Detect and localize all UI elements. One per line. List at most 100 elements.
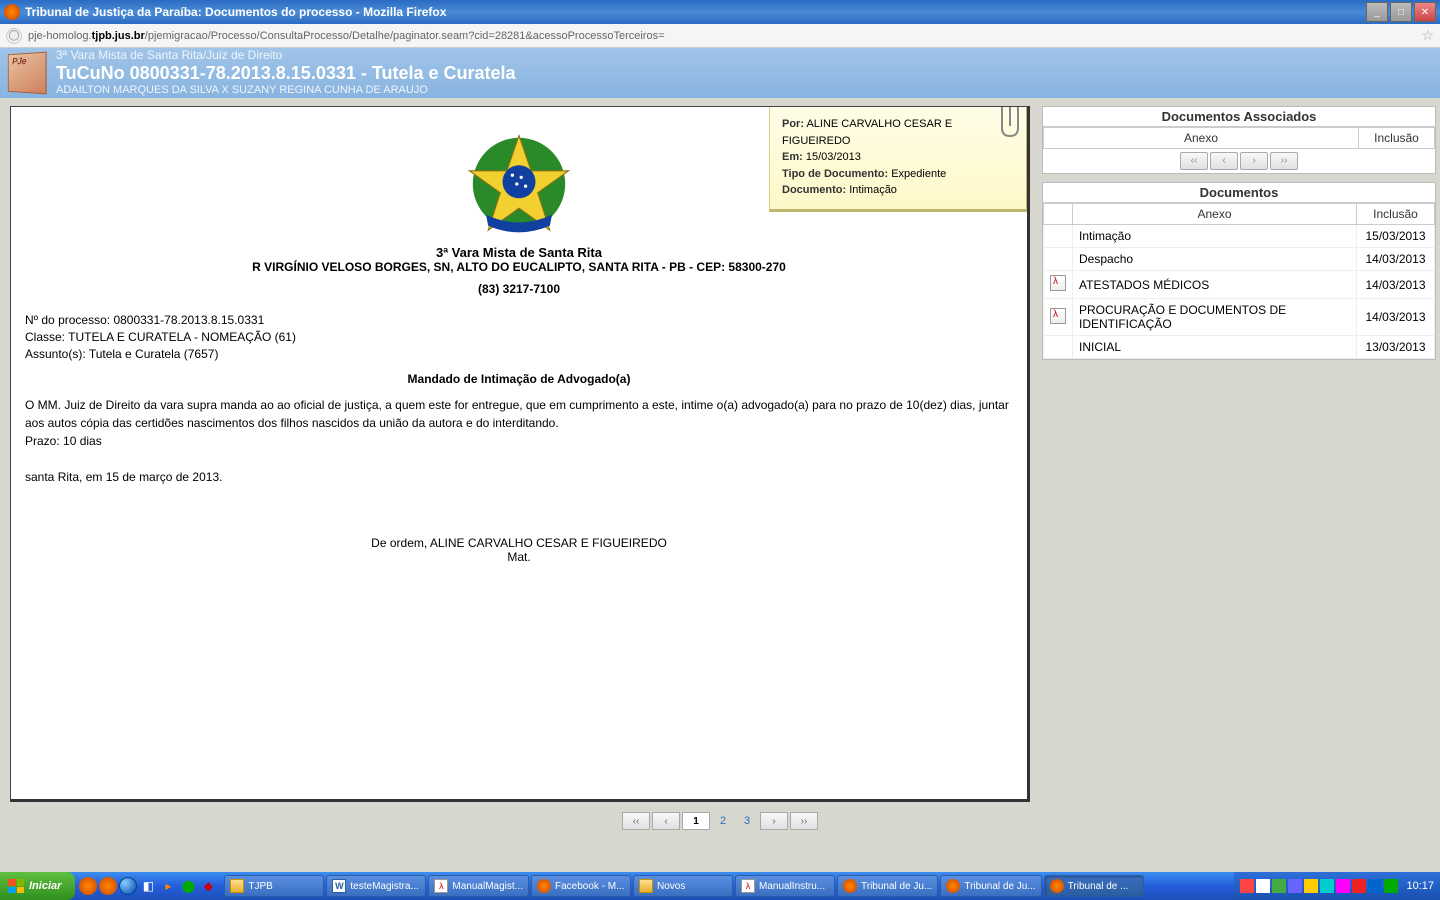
maximize-button[interactable]: □	[1390, 2, 1412, 22]
court-path: 3ª Vara Mista de Santa Rita/Juiz de Dire…	[56, 48, 516, 62]
start-button[interactable]: Iniciar	[0, 872, 75, 900]
task-label: Tribunal de ...	[1068, 881, 1129, 892]
task-label: Tribunal de Ju...	[861, 881, 932, 892]
row-icon-cell	[1044, 271, 1073, 299]
taskbar-task[interactable]: WtesteMagistra...	[326, 875, 426, 897]
table-row[interactable]: PROCURAÇÃO E DOCUMENTOS DE IDENTIFICAÇÃO…	[1044, 299, 1435, 336]
row-name[interactable]: ATESTADOS MÉDICOS	[1073, 271, 1357, 299]
tray-icon[interactable]	[1352, 879, 1366, 893]
proc-value: 0800331-78.2013.8.15.0331	[113, 313, 264, 327]
assunto-label: Assunto(s):	[25, 347, 89, 361]
nav-prev-button[interactable]: ‹	[1210, 152, 1238, 170]
table-row[interactable]: INICIAL13/03/2013	[1044, 336, 1435, 359]
taskbar-task[interactable]: λManualMagist...	[428, 875, 529, 897]
taskbar-task[interactable]: Tribunal de ...	[1044, 875, 1144, 897]
page-1-button[interactable]: 1	[682, 812, 710, 830]
coat-of-arms-icon	[464, 129, 574, 239]
page-2-link[interactable]: 2	[712, 815, 734, 827]
table-row[interactable]: ATESTADOS MÉDICOS14/03/2013	[1044, 271, 1435, 299]
sticky-por-label: Por:	[782, 118, 804, 130]
bookmark-star-icon[interactable]: ☆	[1421, 27, 1434, 44]
nav-last-button[interactable]: ››	[1270, 152, 1298, 170]
row-date: 13/03/2013	[1357, 336, 1435, 359]
sticky-tipo-value: Expediente	[891, 168, 946, 180]
window-titlebar: Tribunal de Justiça da Paraíba: Document…	[0, 0, 1440, 24]
page-3-link[interactable]: 3	[736, 815, 758, 827]
table-row[interactable]: Despacho14/03/2013	[1044, 248, 1435, 271]
ql-firefox-icon-2[interactable]	[99, 877, 117, 895]
docs-anexo-header[interactable]: Anexo	[1073, 204, 1357, 225]
firefox-icon	[946, 879, 960, 893]
assoc-inclusao-header[interactable]: Inclusão	[1359, 128, 1435, 149]
row-name[interactable]: INICIAL	[1073, 336, 1357, 359]
nav-first-button[interactable]: ‹‹	[1180, 152, 1208, 170]
tray-icon[interactable]	[1320, 879, 1334, 893]
body-prazo: Prazo: 10 dias	[25, 432, 1013, 450]
paperclip-icon	[998, 106, 1022, 138]
folder-icon	[230, 879, 244, 893]
taskbar-task[interactable]: Tribunal de Ju...	[940, 875, 1041, 897]
ql-app-icon-2[interactable]: ◆	[199, 877, 217, 895]
taskbar-task[interactable]: Novos	[633, 875, 733, 897]
tray-icon[interactable]	[1256, 879, 1270, 893]
ql-player-icon[interactable]: ▸	[159, 877, 177, 895]
taskbar-task[interactable]: TJPB	[224, 875, 324, 897]
tray-icon[interactable]	[1288, 879, 1302, 893]
taskbar-task[interactable]: λManualInstru...	[735, 875, 835, 897]
task-label: ManualInstru...	[759, 881, 825, 892]
address-bar: ◯ pje-homolog.tjpb.jus.br/pjemigracao/Pr…	[0, 24, 1440, 48]
close-button[interactable]: ✕	[1414, 2, 1436, 22]
firefox-icon	[1050, 879, 1064, 893]
tray-icon[interactable]	[1384, 879, 1398, 893]
url-text[interactable]: pje-homolog.tjpb.jus.br/pjemigracao/Proc…	[28, 30, 1415, 42]
row-name[interactable]: Intimação	[1073, 225, 1357, 248]
sign-mat: Mat.	[25, 550, 1013, 564]
document-paper: Por: ALINE CARVALHO CESAR E FIGUEIREDO E…	[10, 106, 1030, 802]
sign-name: De ordem, ALINE CARVALHO CESAR E FIGUEIR…	[25, 536, 1013, 550]
pdf-icon: λ	[434, 879, 448, 893]
site-identity-icon[interactable]: ◯	[6, 28, 22, 44]
tray-icon[interactable]	[1368, 879, 1382, 893]
page-last-button[interactable]: ››	[790, 812, 818, 830]
ql-ie-icon[interactable]	[119, 877, 137, 895]
url-domain: tjpb.jus.br	[92, 30, 145, 42]
sticky-em-label: Em:	[782, 151, 803, 163]
task-label: Facebook - M...	[555, 881, 624, 892]
assoc-nav: ‹‹ ‹ › ››	[1043, 149, 1435, 173]
row-name[interactable]: PROCURAÇÃO E DOCUMENTOS DE IDENTIFICAÇÃO	[1073, 299, 1357, 336]
row-icon-cell	[1044, 225, 1073, 248]
tray-icon[interactable]	[1336, 879, 1350, 893]
pje-logo-icon	[8, 52, 47, 95]
assunto-value: Tutela e Curatela (7657)	[89, 347, 219, 361]
taskbar-task[interactable]: Tribunal de Ju...	[837, 875, 938, 897]
main-area: Por: ALINE CARVALHO CESAR E FIGUEIREDO E…	[0, 98, 1440, 810]
taskbar: Iniciar ◧ ▸ ⬤ ◆ TJPBWtesteMagistra...λMa…	[0, 872, 1440, 900]
sticky-tipo-label: Tipo de Documento:	[782, 168, 888, 180]
docs-panel-title: Documentos	[1043, 183, 1435, 203]
table-row[interactable]: Intimação15/03/2013	[1044, 225, 1435, 248]
sticky-por-value: ALINE CARVALHO CESAR E FIGUEIREDO	[782, 118, 952, 147]
tray-clock[interactable]: 10:17	[1400, 880, 1434, 892]
docs-inclusao-header[interactable]: Inclusão	[1357, 204, 1435, 225]
ql-desktop-icon[interactable]: ◧	[139, 877, 157, 895]
pdf-icon[interactable]	[1050, 308, 1066, 324]
nav-next-button[interactable]: ›	[1240, 152, 1268, 170]
tray-icon[interactable]	[1304, 879, 1318, 893]
row-icon-cell	[1044, 248, 1073, 271]
ql-firefox-icon[interactable]	[79, 877, 97, 895]
assoc-anexo-header[interactable]: Anexo	[1044, 128, 1359, 149]
quick-launch: ◧ ▸ ⬤ ◆	[75, 877, 221, 895]
minimize-button[interactable]: _	[1366, 2, 1388, 22]
associated-docs-panel: Documentos Associados Anexo Inclusão ‹‹ …	[1042, 106, 1436, 174]
ql-app-icon[interactable]: ⬤	[179, 877, 197, 895]
page-first-button[interactable]: ‹‹	[622, 812, 650, 830]
page-next-button[interactable]: ›	[760, 812, 788, 830]
case-metadata: Nº do processo: 0800331-78.2013.8.15.033…	[25, 312, 1013, 362]
classe-value: TUTELA E CURATELA - NOMEAÇÃO (61)	[68, 330, 296, 344]
row-name[interactable]: Despacho	[1073, 248, 1357, 271]
tray-icon[interactable]	[1272, 879, 1286, 893]
page-prev-button[interactable]: ‹	[652, 812, 680, 830]
pdf-icon[interactable]	[1050, 275, 1066, 291]
taskbar-task[interactable]: Facebook - M...	[531, 875, 631, 897]
tray-icon[interactable]	[1240, 879, 1254, 893]
